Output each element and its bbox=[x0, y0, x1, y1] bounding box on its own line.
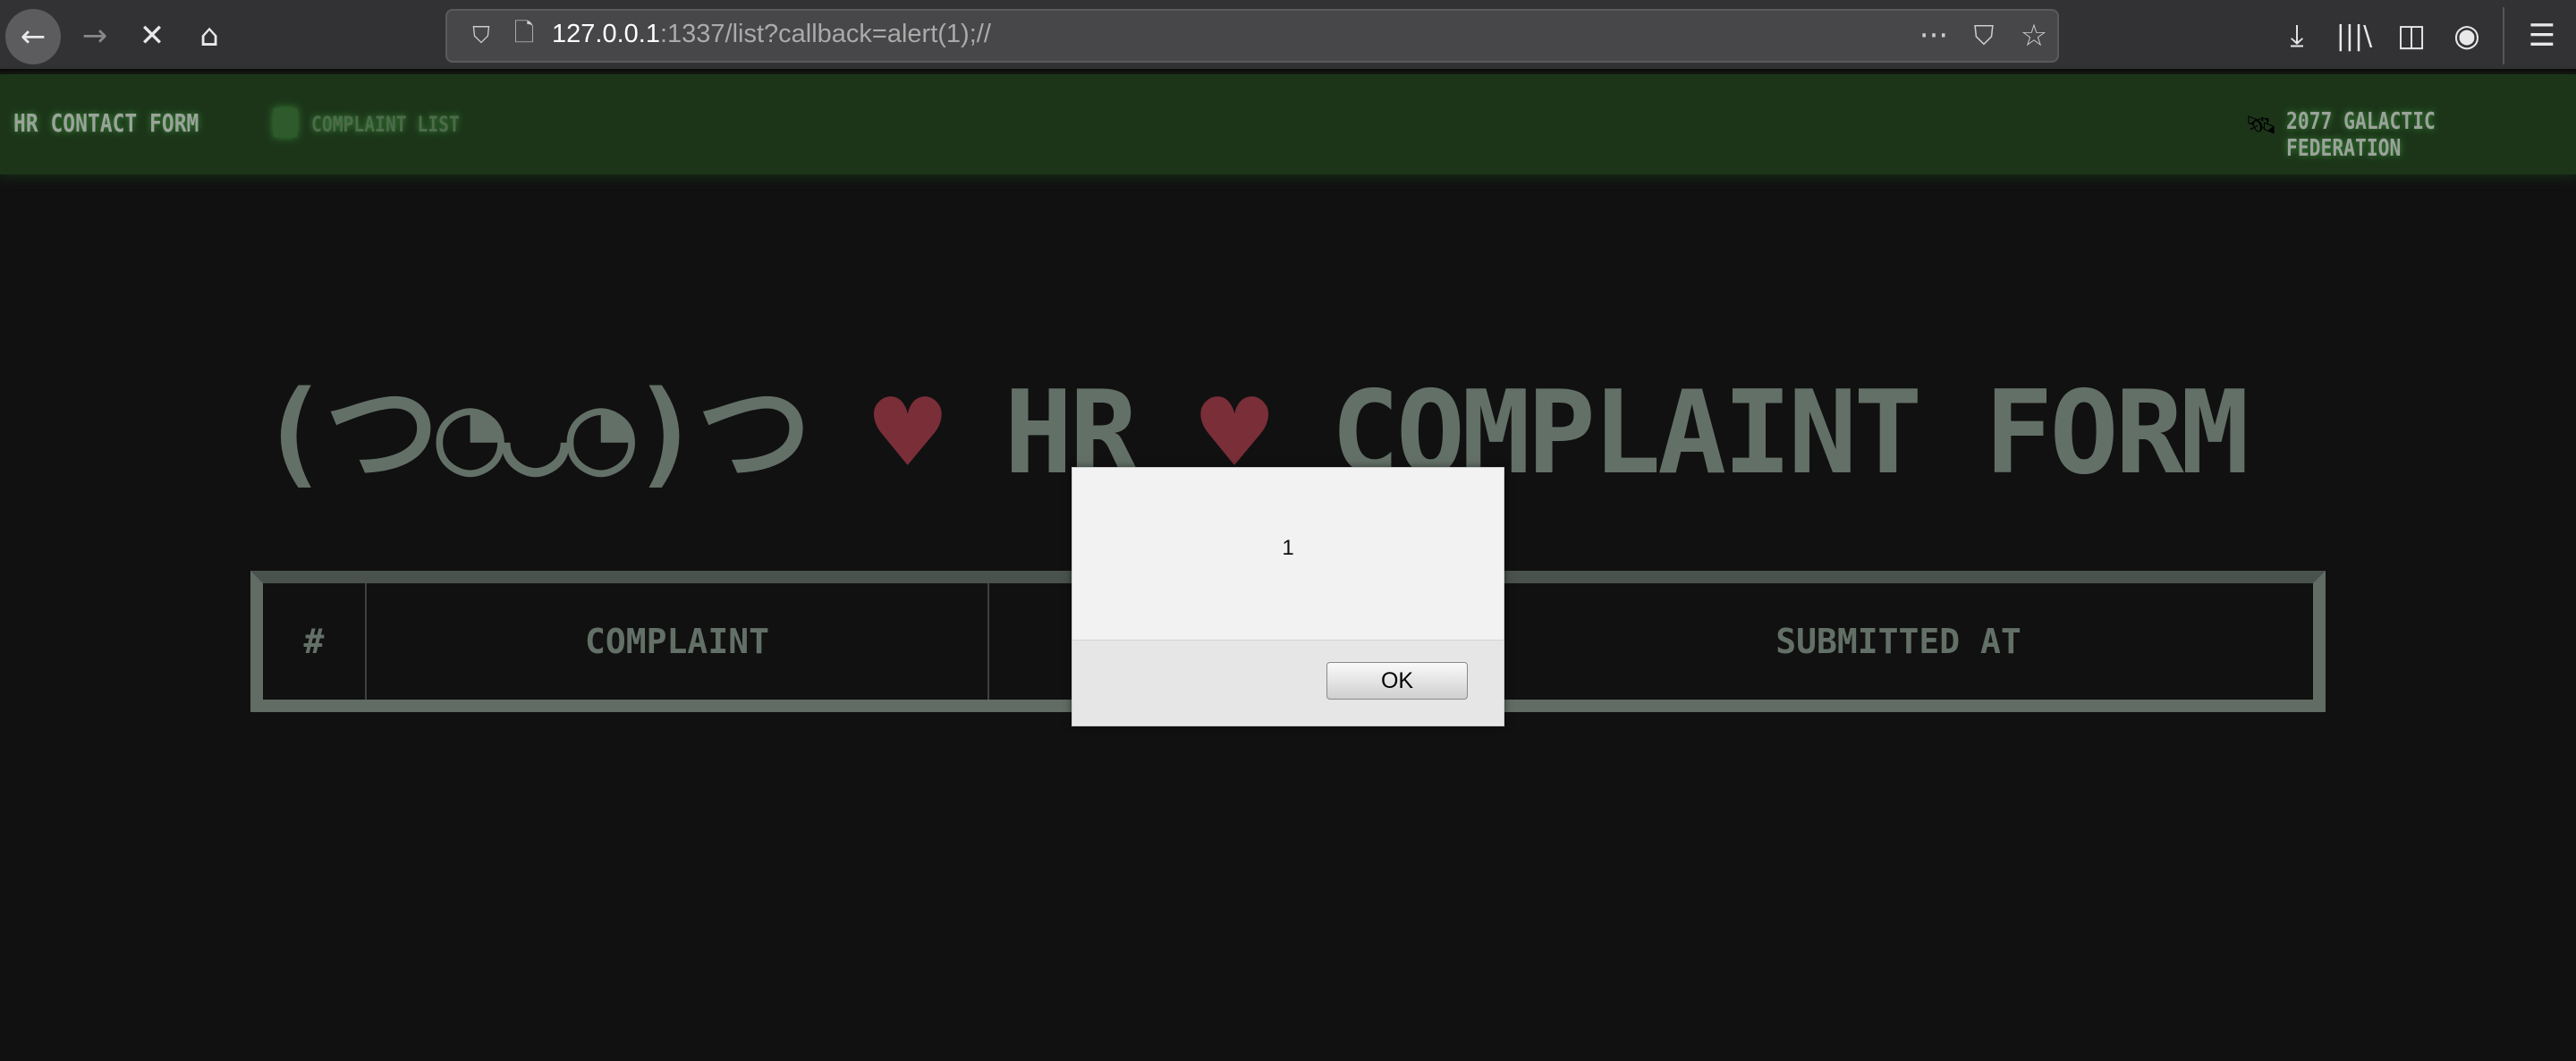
url-text[interactable]: 127.0.0.1:1337/list?callback=alert(1);// bbox=[552, 20, 991, 49]
alert-dialog: 1 OK bbox=[1072, 467, 1504, 726]
ok-button[interactable]: OK bbox=[1326, 662, 1468, 700]
header-complaint: COMPLAINT bbox=[367, 583, 989, 700]
header-submitted-at: SUBMITTED AT bbox=[1775, 622, 2021, 661]
pocket-icon[interactable]: ⛉ bbox=[1959, 11, 2009, 61]
back-icon[interactable]: ← bbox=[5, 9, 61, 64]
url-host: 127.0.0.1 bbox=[552, 20, 660, 48]
page-icon: 🗋 bbox=[513, 18, 535, 47]
download-icon[interactable]: ⤓ bbox=[2272, 11, 2322, 61]
satellite-icon: 🛰 bbox=[2245, 110, 2277, 140]
site-navbar: HR CONTACT FORM COMPLAINT LIST 🛰 2077 GA… bbox=[0, 74, 2576, 174]
alert-message: 1 bbox=[1282, 536, 1294, 560]
sidebar-icon[interactable]: ◫ bbox=[2386, 11, 2436, 61]
account-icon[interactable]: ◉ bbox=[2442, 11, 2492, 61]
library-icon[interactable]: |||\ bbox=[2329, 11, 2379, 61]
browser-toolbar: ← → ✕ ⌂ ⛉ 🗋 127.0.0.1:1337/list?callback… bbox=[0, 0, 2576, 72]
title-face: (つ◔◡◔)つ bbox=[259, 367, 811, 500]
nav-federation: 2077 GALACTIC FEDERATION bbox=[2286, 108, 2436, 162]
stop-icon[interactable]: ✕ bbox=[127, 11, 177, 61]
nav-brand[interactable]: HR CONTACT FORM bbox=[13, 108, 199, 138]
toolbar-divider bbox=[2503, 7, 2504, 64]
url-path: :1337/list?callback=alert(1);// bbox=[659, 20, 991, 48]
url-bar[interactable]: ⛉ 🗋 127.0.0.1:1337/list?callback=alert(1… bbox=[445, 9, 2059, 63]
forward-icon[interactable]: → bbox=[70, 11, 120, 61]
bookmark-star-icon[interactable]: ☆ bbox=[2009, 11, 2059, 61]
menu-icon[interactable]: ☰ bbox=[2517, 11, 2567, 61]
header-number: # bbox=[263, 583, 367, 700]
home-icon[interactable]: ⌂ bbox=[184, 11, 234, 61]
more-icon[interactable]: ··· bbox=[1909, 11, 1959, 61]
heart-icon: ♥ bbox=[873, 367, 942, 500]
memo-icon bbox=[274, 108, 297, 137]
alert-footer: OK bbox=[1072, 640, 1504, 726]
nav-complaint-list[interactable]: COMPLAINT LIST bbox=[311, 112, 460, 137]
